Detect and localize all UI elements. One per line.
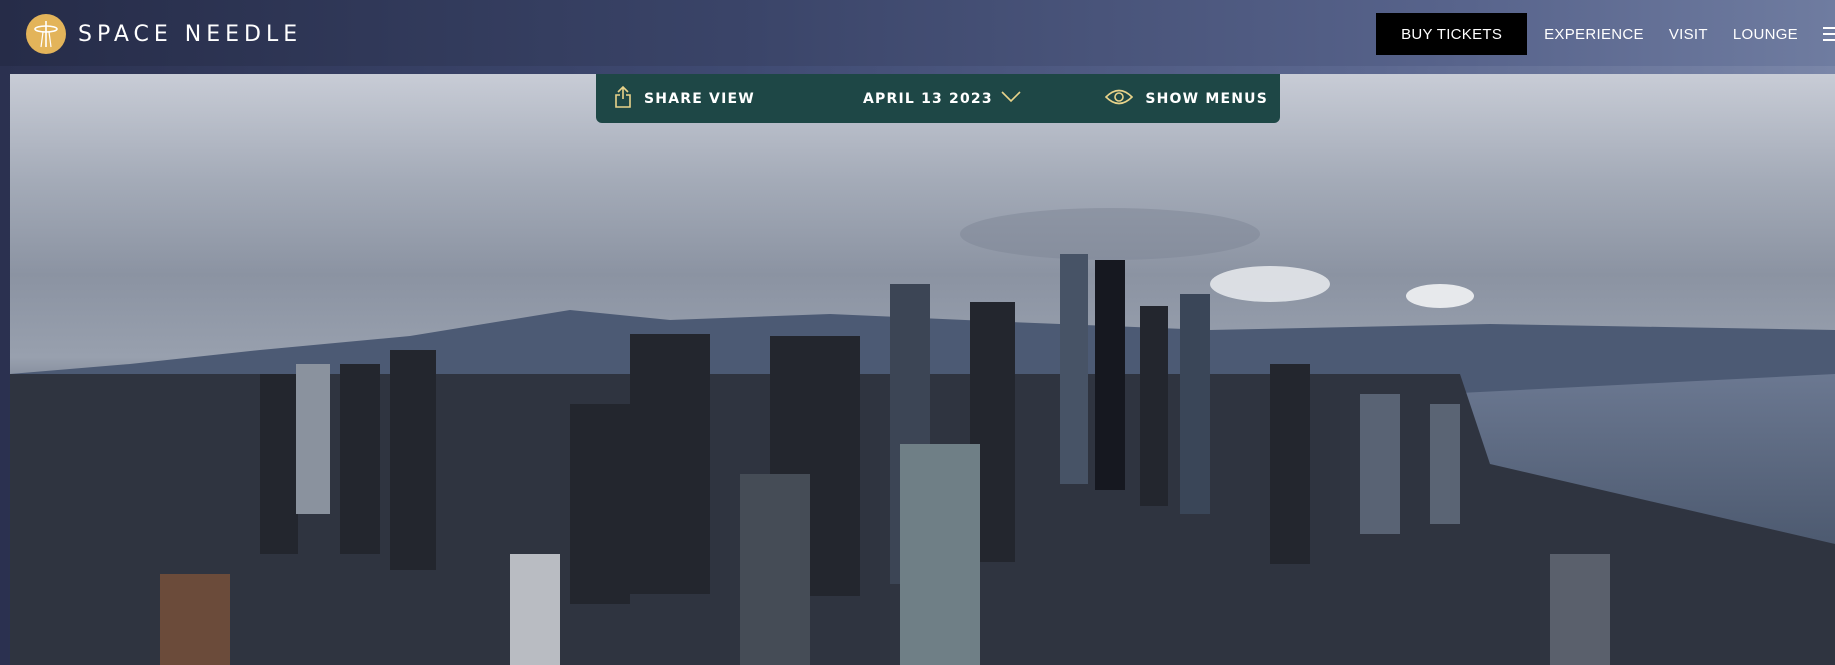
buy-tickets-button[interactable]: BUY TICKETS bbox=[1376, 13, 1528, 55]
space-needle-logo-icon bbox=[26, 14, 66, 54]
panorama-image[interactable] bbox=[10, 74, 1835, 665]
date-selector[interactable]: APRIL 13 2023 bbox=[863, 74, 1021, 123]
site-logo[interactable]: SPACE NEEDLE bbox=[26, 14, 302, 54]
logo-text: SPACE NEEDLE bbox=[78, 21, 303, 47]
eye-icon bbox=[1105, 88, 1134, 110]
show-menus-button[interactable]: SHOW MENUS bbox=[1105, 74, 1268, 123]
nav-visit[interactable]: VISIT bbox=[1669, 26, 1708, 43]
chevron-down-icon bbox=[1001, 90, 1021, 107]
site-header: SPACE NEEDLE BUY TICKETS EXPERIENCE VISI… bbox=[0, 0, 1835, 66]
nav-experience[interactable]: EXPERIENCE bbox=[1544, 26, 1644, 43]
date-label: APRIL 13 2023 bbox=[863, 90, 993, 107]
show-menus-label: SHOW MENUS bbox=[1145, 90, 1268, 107]
city-skyline-illustration bbox=[10, 208, 1835, 665]
share-view-button[interactable]: SHARE VIEW bbox=[614, 74, 755, 123]
share-view-label: SHARE VIEW bbox=[644, 90, 755, 107]
hamburger-menu-icon[interactable] bbox=[1823, 27, 1835, 41]
view-toolbar: SHARE VIEW APRIL 13 2023 SHOW MENUS bbox=[596, 74, 1280, 123]
nav-lounge[interactable]: LOUNGE bbox=[1733, 26, 1798, 43]
main-nav: BUY TICKETS EXPERIENCE VISIT LOUNGE bbox=[1376, 13, 1835, 55]
share-icon bbox=[614, 85, 632, 112]
